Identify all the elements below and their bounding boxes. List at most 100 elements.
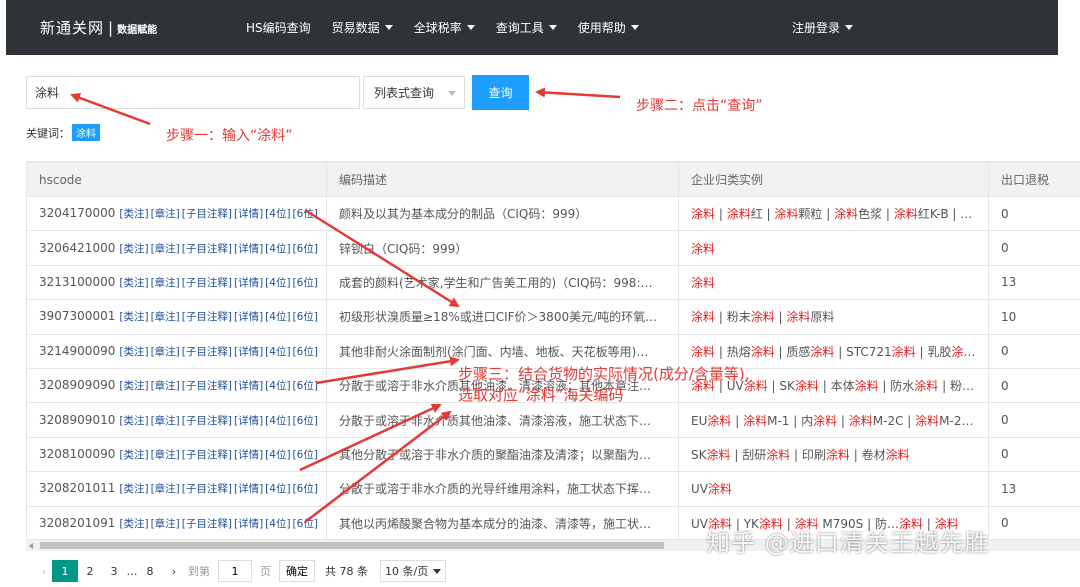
hscode-link[interactable]: [6位] (293, 243, 318, 255)
hscode-link[interactable]: [详情] (234, 518, 263, 530)
nav-register-login[interactable]: 注册登录 (792, 0, 854, 55)
hscode-link[interactable]: [章注] (151, 311, 180, 323)
hscode-link[interactable]: [详情] (234, 380, 263, 392)
page-2-button[interactable]: 2 (78, 560, 102, 582)
hscode-link[interactable]: [子目注释] (182, 208, 232, 220)
hscode-link[interactable]: [类注] (119, 311, 148, 323)
hscode-link[interactable]: [子目注释] (182, 311, 232, 323)
page-size-select[interactable]: 10 条/页 (380, 560, 447, 582)
hscode-value[interactable]: 3206421000 (39, 241, 115, 255)
table-row[interactable]: 3213100000 [类注] [章注] [子目注释] [详情] [4位] [6位] 成套的颜… (26, 264, 1080, 301)
hscode-link[interactable]: [章注] (151, 277, 180, 289)
hscode-link[interactable]: [章注] (151, 449, 180, 461)
search-input[interactable] (26, 76, 360, 109)
hscode-value[interactable]: 3208909010 (39, 413, 115, 427)
hscode-value[interactable]: 3214900090 (39, 344, 115, 358)
hscode-value[interactable]: 3204170000 (39, 206, 115, 220)
hscode-link[interactable]: [6位] (293, 518, 318, 530)
hscode-link[interactable]: [6位] (293, 311, 318, 323)
hscode-link[interactable]: [子目注释] (182, 449, 232, 461)
hscode-link[interactable]: [详情] (234, 311, 263, 323)
column-header-description[interactable]: 编码描述 (326, 162, 679, 197)
hscode-link[interactable]: [6位] (293, 380, 318, 392)
hscode-link[interactable]: [详情] (234, 277, 263, 289)
goto-confirm-button[interactable]: 确定 (279, 560, 315, 582)
hscode-link[interactable]: [详情] (234, 483, 263, 495)
hscode-link[interactable]: [6位] (293, 208, 318, 220)
hscode-link[interactable]: [章注] (151, 380, 180, 392)
hscode-link[interactable]: [6位] (293, 483, 318, 495)
hscode-link[interactable]: [子目注释] (182, 277, 232, 289)
hscode-link[interactable]: [章注] (151, 346, 180, 358)
hscode-link[interactable]: [类注] (119, 483, 148, 495)
page-8-button[interactable]: 8 (138, 560, 162, 582)
hscode-link[interactable]: [子目注释] (182, 380, 232, 392)
scroll-left-icon[interactable] (29, 543, 33, 549)
scrollbar-thumb[interactable] (40, 542, 664, 549)
hscode-link[interactable]: [6位] (293, 277, 318, 289)
hscode-link[interactable]: [类注] (119, 243, 148, 255)
hscode-value[interactable]: 3208201011 (39, 481, 115, 495)
hscode-link[interactable]: [4位] (265, 208, 290, 220)
hscode-value[interactable]: 3213100000 (39, 275, 115, 289)
query-mode-select[interactable]: 列表式查询 (363, 76, 465, 109)
hscode-link[interactable]: [详情] (234, 449, 263, 461)
column-header-examples[interactable]: 企业归类实例 (678, 162, 989, 197)
hscode-link[interactable]: [6位] (293, 449, 318, 461)
hscode-link[interactable]: [4位] (265, 518, 290, 530)
hscode-link[interactable]: [子目注释] (182, 346, 232, 358)
hscode-link[interactable]: [4位] (265, 483, 290, 495)
hscode-link[interactable]: [详情] (234, 346, 263, 358)
hscode-value[interactable]: 3907300001 (39, 309, 115, 323)
hscode-link[interactable]: [子目注释] (182, 518, 232, 530)
table-row[interactable]: 3208100090 [类注] [章注] [子目注释] [详情] [4位] [6位] 其他分散… (26, 436, 1080, 473)
hscode-link[interactable]: [类注] (119, 518, 148, 530)
hscode-link[interactable]: [4位] (265, 243, 290, 255)
search-button[interactable]: 查询 (472, 75, 529, 110)
hscode-link[interactable]: [类注] (119, 346, 148, 358)
hscode-link[interactable]: [6位] (293, 415, 318, 427)
hscode-link[interactable]: [子目注释] (182, 415, 232, 427)
hscode-value[interactable]: 3208909090 (39, 378, 115, 392)
page-1-button[interactable]: 1 (52, 560, 78, 582)
hscode-link[interactable]: [类注] (119, 208, 148, 220)
brand-logo[interactable]: 新通关网 | 数据赋能 (40, 17, 157, 38)
keyword-tag[interactable]: 涂料 (72, 124, 100, 141)
column-header-rebate[interactable]: 出口退税 (988, 162, 1080, 197)
nav-help[interactable]: 使用帮助 (578, 19, 639, 36)
hscode-link[interactable]: [4位] (265, 311, 290, 323)
nav-hs-code-query[interactable]: HS编码查询 (246, 19, 311, 36)
hscode-link[interactable]: [章注] (151, 243, 180, 255)
hscode-link[interactable]: [4位] (265, 277, 290, 289)
hscode-link[interactable]: [6位] (293, 346, 318, 358)
table-row[interactable]: 3208909010 [类注] [章注] [子目注释] [详情] [4位] [6位] 分散于或… (26, 402, 1080, 438)
table-row[interactable]: 3206421000 [类注] [章注] [子目注释] [详情] [4位] [6位] 锌钡白（… (26, 230, 1080, 266)
table-row[interactable]: 3907300001 [类注] [章注] [子目注释] [详情] [4位] [6位] 初级形状… (26, 299, 1080, 335)
hscode-link[interactable]: [子目注释] (182, 483, 232, 495)
hscode-link[interactable]: [类注] (119, 449, 148, 461)
next-page-button[interactable]: › (166, 565, 182, 578)
nav-global-tariff[interactable]: 全球税率 (414, 19, 475, 36)
hscode-link[interactable]: [章注] (151, 208, 180, 220)
page-3-button[interactable]: 3 (102, 560, 126, 582)
hscode-link[interactable]: [子目注释] (182, 243, 232, 255)
table-row[interactable]: 3204170000 [类注] [章注] [子目注释] [详情] [4位] [6位] 颜料及以… (26, 195, 1080, 232)
hscode-link[interactable]: [类注] (119, 415, 148, 427)
hscode-link[interactable]: [章注] (151, 518, 180, 530)
prev-page-button[interactable]: ‹ (36, 565, 52, 578)
nav-query-tools[interactable]: 查询工具 (496, 19, 557, 36)
hscode-link[interactable]: [详情] (234, 208, 263, 220)
hscode-link[interactable]: [章注] (151, 483, 180, 495)
hscode-link[interactable]: [4位] (265, 415, 290, 427)
hscode-link[interactable]: [4位] (265, 449, 290, 461)
table-row[interactable]: 3208201011 [类注] [章注] [子目注释] [详情] [4位] [6位] 分散于或… (26, 471, 1080, 507)
hscode-value[interactable]: 3208100090 (39, 447, 115, 461)
hscode-link[interactable]: [4位] (265, 346, 290, 358)
goto-page-input[interactable] (218, 560, 252, 582)
hscode-link[interactable]: [章注] (151, 415, 180, 427)
hscode-link[interactable]: [详情] (234, 415, 263, 427)
nav-trade-data[interactable]: 贸易数据 (332, 19, 393, 36)
hscode-link[interactable]: [详情] (234, 243, 263, 255)
column-header-hscode[interactable]: hscode (26, 162, 327, 197)
hscode-link[interactable]: [4位] (265, 380, 290, 392)
